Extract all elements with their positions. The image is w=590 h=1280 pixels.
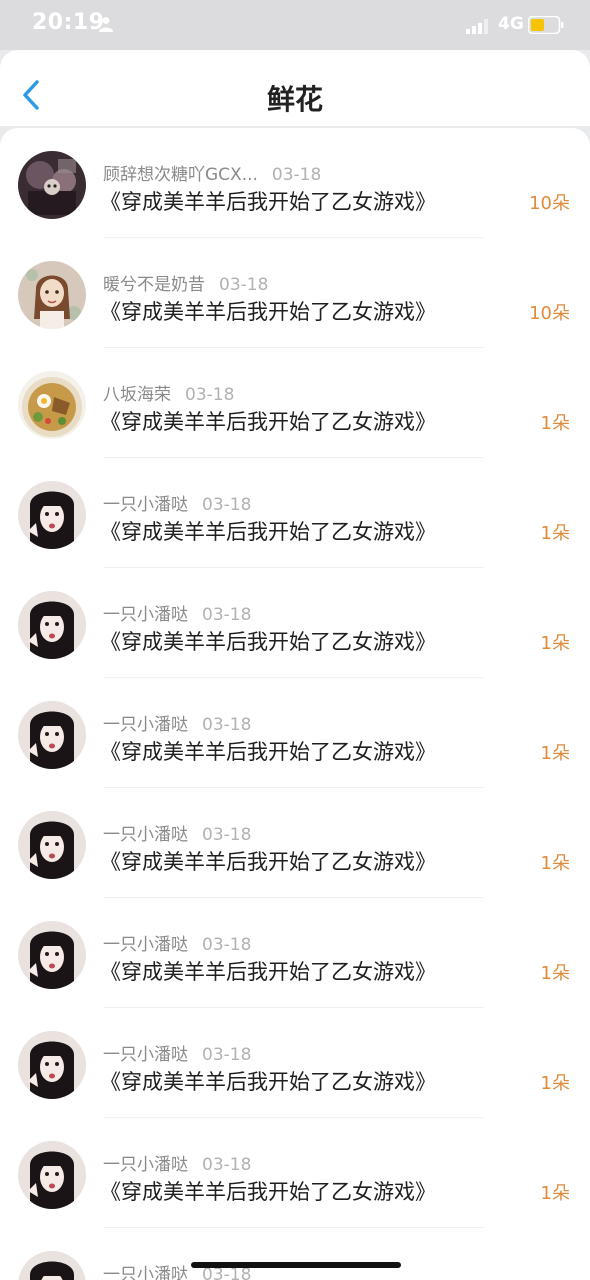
book-title: 《穿成美羊羊后我开始了乙女游戏》	[100, 410, 436, 434]
signal-icon	[466, 19, 488, 34]
book-title: 《穿成美羊羊后我开始了乙女游戏》	[100, 850, 436, 874]
avatar[interactable]	[18, 151, 86, 219]
username[interactable]: 暖兮不是奶昔	[103, 275, 205, 295]
username[interactable]: 一只小潘哒	[103, 825, 188, 845]
avatar[interactable]	[18, 1251, 86, 1280]
flower-count: 1朵	[540, 963, 570, 984]
date: 03-18	[202, 1155, 252, 1175]
person-icon	[99, 17, 113, 32]
book-title: 《穿成美羊羊后我开始了乙女游戏》	[100, 1180, 436, 1204]
username[interactable]: 顾辞想次糖吖GCX...	[103, 165, 258, 185]
username[interactable]: 一只小潘哒	[103, 605, 188, 625]
row-meta: 一只小潘哒 03-18	[103, 820, 251, 845]
username[interactable]: 一只小潘哒	[103, 1265, 188, 1280]
avatar[interactable]	[18, 811, 86, 879]
avatar[interactable]	[18, 591, 86, 659]
row-meta: 一只小潘哒 03-18	[103, 710, 251, 735]
date: 03-18	[202, 495, 252, 515]
username[interactable]: 一只小潘哒	[103, 495, 188, 515]
list-item[interactable]: 一只小潘哒 03-18 《穿成美羊羊后我开始了乙女游戏》 1朵	[0, 568, 590, 678]
date: 03-18	[202, 605, 252, 625]
flower-count: 1朵	[540, 743, 570, 764]
list-item[interactable]: 八坂海荣 03-18 《穿成美羊羊后我开始了乙女游戏》 1朵	[0, 348, 590, 458]
date: 03-18	[202, 935, 252, 955]
status-time: 20:19	[32, 10, 105, 35]
username[interactable]: 一只小潘哒	[103, 1155, 188, 1175]
row-meta: 顾辞想次糖吖GCX... 03-18	[103, 160, 321, 185]
row-meta: 一只小潘哒 03-18	[103, 600, 251, 625]
book-title: 《穿成美羊羊后我开始了乙女游戏》	[100, 190, 436, 214]
date: 03-18	[185, 385, 235, 405]
username[interactable]: 一只小潘哒	[103, 935, 188, 955]
nav-header: 鲜花	[0, 50, 590, 126]
date: 03-18	[202, 715, 252, 735]
book-title: 《穿成美羊羊后我开始了乙女游戏》	[100, 740, 436, 764]
date: 03-18	[202, 825, 252, 845]
list-item[interactable]: 一只小潘哒03-18《穿成美羊羊后我开始了乙女游戏》	[0, 1228, 590, 1280]
list-item[interactable]: 暖兮不是奶昔 03-18 《穿成美羊羊后我开始了乙女游戏》 10朵	[0, 238, 590, 348]
list-item[interactable]: 顾辞想次糖吖GCX... 03-18 《穿成美羊羊后我开始了乙女游戏》 10朵	[0, 128, 590, 238]
row-meta: 八坂海荣 03-18	[103, 380, 234, 405]
list-item[interactable]: 一只小潘哒 03-18 《穿成美羊羊后我开始了乙女游戏》 1朵	[0, 458, 590, 568]
book-title: 《穿成美羊羊后我开始了乙女游戏》	[100, 1070, 436, 1094]
flower-count: 1朵	[540, 853, 570, 874]
status-bar: 20:19 4G	[0, 0, 590, 50]
row-meta: 一只小潘哒 03-18	[103, 1040, 251, 1065]
list-item[interactable]: 一只小潘哒 03-18 《穿成美羊羊后我开始了乙女游戏》 1朵	[0, 898, 590, 1008]
flower-count: 10朵	[529, 193, 570, 214]
network-type: 4G	[498, 14, 524, 34]
list-item[interactable]: 一只小潘哒 03-18 《穿成美羊羊后我开始了乙女游戏》 1朵	[0, 788, 590, 898]
home-indicator[interactable]	[191, 1262, 401, 1268]
row-meta: 一只小潘哒 03-18	[103, 1150, 251, 1175]
book-title: 《穿成美羊羊后我开始了乙女游戏》	[100, 520, 436, 544]
date: 03-18	[219, 275, 269, 295]
flower-list: 顾辞想次糖吖GCX... 03-18 《穿成美羊羊后我开始了乙女游戏》 10朵 暖兮不是…	[0, 128, 590, 1280]
username[interactable]: 一只小潘哒	[103, 1045, 188, 1065]
row-meta: 一只小潘哒 03-18	[103, 930, 251, 955]
date: 03-18	[202, 1045, 252, 1065]
avatar[interactable]	[18, 371, 86, 439]
list-item[interactable]: 一只小潘哒 03-18 《穿成美羊羊后我开始了乙女游戏》 1朵	[0, 678, 590, 788]
flower-count: 1朵	[540, 1183, 570, 1204]
list-item[interactable]: 一只小潘哒 03-18 《穿成美羊羊后我开始了乙女游戏》 1朵	[0, 1118, 590, 1228]
row-meta: 暖兮不是奶昔 03-18	[103, 270, 268, 295]
username[interactable]: 一只小潘哒	[103, 715, 188, 735]
flower-count: 10朵	[529, 303, 570, 324]
book-title: 《穿成美羊羊后我开始了乙女游戏》	[100, 300, 436, 324]
book-title: 《穿成美羊羊后我开始了乙女游戏》	[100, 630, 436, 654]
date: 03-18	[271, 165, 322, 185]
avatar[interactable]	[18, 1031, 86, 1099]
flower-count: 1朵	[540, 1073, 570, 1094]
flower-count: 1朵	[540, 523, 570, 544]
page-title: 鲜花	[266, 83, 323, 116]
username[interactable]: 八坂海荣	[103, 385, 171, 405]
row-meta: 一只小潘哒 03-18	[103, 490, 251, 515]
battery-icon	[528, 16, 564, 34]
flower-count: 1朵	[540, 413, 570, 434]
flower-count: 1朵	[540, 633, 570, 654]
avatar[interactable]	[18, 261, 86, 329]
book-title: 《穿成美羊羊后我开始了乙女游戏》	[100, 960, 436, 984]
avatar[interactable]	[18, 921, 86, 989]
list-item[interactable]: 一只小潘哒 03-18 《穿成美羊羊后我开始了乙女游戏》 1朵	[0, 1008, 590, 1118]
avatar[interactable]	[18, 481, 86, 549]
avatar[interactable]	[18, 1141, 86, 1209]
avatar[interactable]	[18, 701, 86, 769]
